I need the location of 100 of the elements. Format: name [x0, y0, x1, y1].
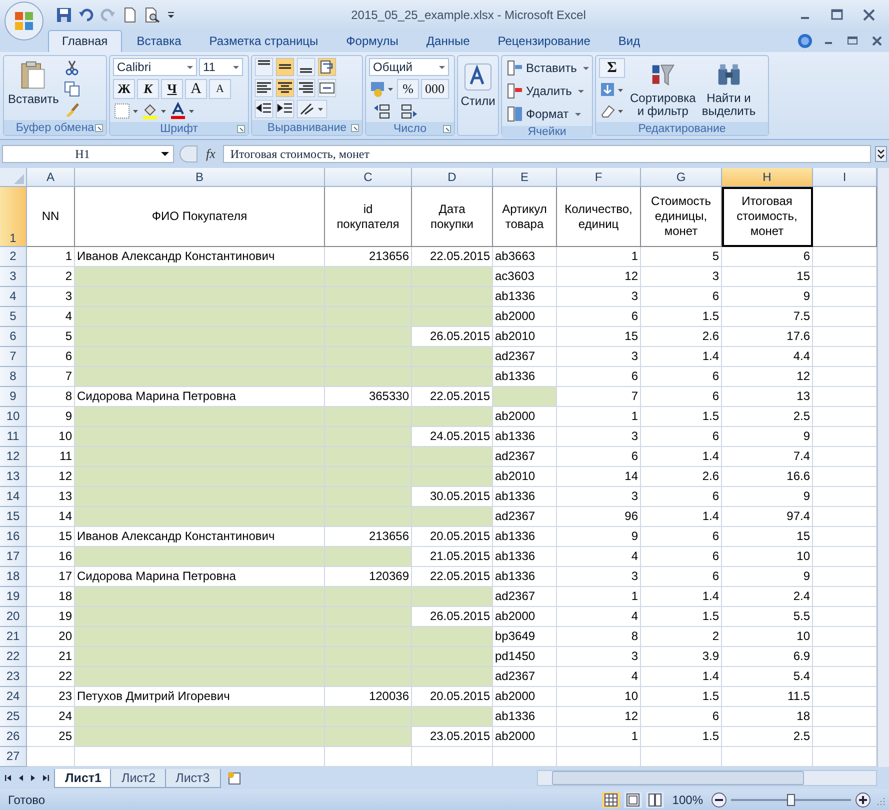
row-header[interactable]: 27 [0, 747, 27, 767]
zoom-out-icon[interactable] [711, 792, 727, 808]
bottom-align-icon[interactable] [297, 58, 315, 76]
row-header[interactable]: 18 [0, 567, 27, 587]
row-header[interactable]: 9 [0, 387, 27, 407]
row-header[interactable]: 3 [0, 267, 27, 287]
row-header[interactable]: 24 [0, 687, 27, 707]
increase-indent-icon[interactable] [276, 100, 294, 118]
row-header[interactable]: 12 [0, 447, 27, 467]
styles-button[interactable]: Стили [458, 56, 498, 135]
brush-icon[interactable] [64, 102, 80, 118]
grow-font-button[interactable]: A [185, 79, 207, 99]
row-header[interactable]: 15 [0, 507, 27, 527]
normal-view-icon[interactable] [602, 792, 620, 808]
row-header[interactable]: 5 [0, 307, 27, 327]
column-header[interactable]: C [325, 168, 412, 187]
ribbon-tab[interactable]: Вставка [124, 31, 194, 52]
column-header[interactable]: H [722, 168, 813, 187]
row-header[interactable]: 13 [0, 467, 27, 487]
ribbon-tab[interactable]: Главная [48, 30, 122, 52]
fill-down-icon[interactable] [599, 81, 625, 99]
launcher-icon[interactable] [443, 124, 451, 132]
row-header[interactable]: 25 [0, 707, 27, 727]
launcher-icon[interactable] [351, 124, 359, 132]
percent-button[interactable]: % [397, 79, 419, 99]
column-header[interactable]: F [557, 168, 641, 187]
paste-button[interactable]: Вставить [7, 58, 60, 108]
ribbon-tab[interactable]: Разметка страницы [196, 31, 332, 52]
sheet-tab[interactable]: Лист1 [54, 768, 112, 788]
row-header[interactable]: 22 [0, 647, 27, 667]
layout-view-icon[interactable] [624, 792, 642, 808]
thousands-button[interactable]: 000 [421, 79, 448, 99]
sort-filter-button[interactable]: Сортировка и фильтр [629, 58, 697, 120]
column-header[interactable]: B [75, 168, 325, 187]
horizontal-scrollbar[interactable] [537, 770, 877, 786]
save-icon[interactable] [56, 7, 72, 23]
zoom-in-icon[interactable] [855, 792, 871, 808]
middle-align-icon[interactable] [276, 58, 294, 76]
sheet-tab[interactable]: Лист3 [164, 768, 221, 788]
column-header[interactable]: E [493, 168, 557, 187]
row-header[interactable]: 23 [0, 667, 27, 687]
bold-button[interactable]: Ж [113, 79, 135, 99]
cells-button[interactable]: Формат [505, 104, 583, 124]
column-header[interactable]: G [641, 168, 722, 187]
ribbon-tab[interactable]: Рецензирование [484, 31, 604, 52]
row-header[interactable]: 19 [0, 587, 27, 607]
ribbon-tab[interactable]: Данные [413, 31, 483, 52]
row-header[interactable]: 8 [0, 367, 27, 387]
name-box[interactable]: H1 [2, 145, 174, 163]
vertical-scrollbar[interactable] [877, 168, 889, 767]
sheet-tab[interactable]: Лист2 [110, 768, 167, 788]
cut-icon[interactable] [64, 60, 80, 76]
font-size-dropdown[interactable]: 11 [199, 58, 243, 76]
formula-field[interactable]: Итоговая стоимость, монет [223, 145, 871, 163]
cells-button[interactable]: Вставить [505, 58, 591, 78]
italic-button[interactable]: К [137, 79, 159, 99]
row-header[interactable]: 2 [0, 247, 27, 267]
center-align-icon[interactable] [276, 79, 294, 97]
splitter-handle[interactable] [178, 145, 198, 163]
left-align-icon[interactable] [255, 79, 273, 97]
column-header[interactable]: I [813, 168, 877, 187]
fill-color-icon[interactable] [141, 102, 167, 120]
ribbon-tab[interactable]: Формулы [333, 31, 412, 52]
decrease-indent-icon[interactable] [255, 100, 273, 118]
row-header[interactable]: 26 [0, 727, 27, 747]
wrap-align-icon[interactable] [318, 58, 336, 76]
find-select-button[interactable]: Найти и выделить [700, 58, 757, 120]
help-icon[interactable] [797, 33, 813, 49]
sheet-nav-icon[interactable] [40, 773, 50, 783]
new-document-icon[interactable] [122, 7, 138, 23]
column-header[interactable]: A [27, 168, 75, 187]
customize-icon[interactable] [166, 10, 176, 20]
underline-button[interactable]: Ч [161, 79, 183, 99]
undo-icon[interactable] [78, 7, 94, 23]
zoom-level[interactable]: 100% [672, 792, 703, 806]
borders-icon[interactable] [113, 102, 139, 120]
row-header[interactable]: 16 [0, 527, 27, 547]
column-header[interactable]: D [412, 168, 493, 187]
right-align-icon[interactable] [297, 79, 315, 97]
print-preview-icon[interactable] [144, 7, 160, 23]
shrink-font-button[interactable]: A [209, 79, 231, 99]
row-header[interactable]: 20 [0, 607, 27, 627]
row-header[interactable]: 1 [0, 187, 27, 247]
launcher-icon[interactable] [237, 124, 245, 132]
row-header[interactable]: 14 [0, 487, 27, 507]
autosum-button[interactable]: Σ [599, 58, 625, 78]
orientation-icon[interactable] [297, 100, 327, 118]
row-header[interactable]: 7 [0, 347, 27, 367]
row-header[interactable]: 6 [0, 327, 27, 347]
zoom-slider-thumb[interactable] [787, 794, 795, 806]
row-header[interactable]: 17 [0, 547, 27, 567]
launcher-icon[interactable] [95, 124, 103, 132]
merge-align-icon[interactable] [318, 79, 336, 97]
font-color-icon[interactable] [169, 102, 195, 120]
row-header[interactable]: 10 [0, 407, 27, 427]
sheet-nav-icon[interactable] [4, 773, 14, 783]
font-name-dropdown[interactable]: Calibri [113, 58, 197, 76]
number-format-dropdown[interactable]: Общий [369, 58, 449, 76]
row-header[interactable]: 21 [0, 627, 27, 647]
insert-function-button[interactable]: fx [202, 146, 220, 162]
